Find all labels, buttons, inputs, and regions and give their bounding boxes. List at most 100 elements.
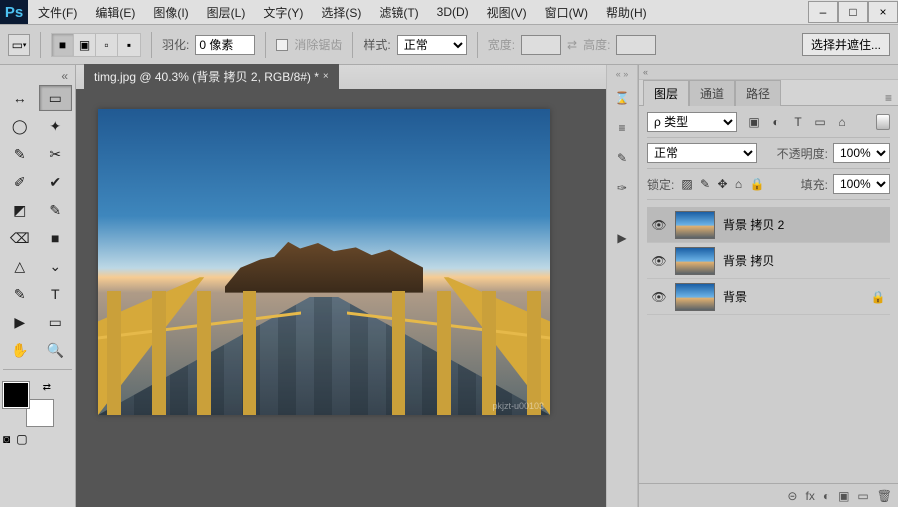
move-tool[interactable]: ↔: [3, 85, 37, 111]
new-adjustment-icon[interactable]: ▣: [838, 489, 849, 503]
collapsed-header-chevron[interactable]: « »: [616, 69, 629, 79]
brush-panel-icon[interactable]: ✎: [611, 147, 633, 169]
menu-view[interactable]: 视图(V): [483, 1, 531, 24]
visibility-toggle-icon[interactable]: 👁: [651, 254, 667, 268]
layer-row[interactable]: 👁 背景 拷贝 2: [647, 207, 890, 243]
lock-pixels-icon[interactable]: ✎: [700, 177, 710, 191]
filter-shape-icon[interactable]: ▭: [812, 115, 828, 129]
lock-transparent-icon[interactable]: ▨: [681, 177, 692, 191]
layer-style-icon[interactable]: fx: [805, 489, 814, 503]
menu-select[interactable]: 选择(S): [317, 1, 365, 24]
visibility-toggle-icon[interactable]: 👁: [651, 290, 667, 304]
lock-position-icon[interactable]: ✥: [717, 177, 727, 191]
minimize-button[interactable]: –: [808, 1, 838, 23]
select-and-mask-button[interactable]: 选择并遮住...: [802, 33, 890, 56]
background-color-swatch[interactable]: [27, 400, 53, 426]
menu-filter[interactable]: 滤镜(T): [375, 1, 422, 24]
menu-text[interactable]: 文字(Y): [259, 1, 307, 24]
layer-filter-kind-select[interactable]: ρ 类型: [647, 112, 737, 132]
filter-smart-icon[interactable]: ⌂: [834, 115, 850, 129]
delete-layer-icon[interactable]: 🗑: [877, 489, 892, 503]
lasso-tool[interactable]: ◯: [3, 113, 37, 139]
magic-wand-tool[interactable]: ✦: [39, 113, 73, 139]
history-panel-icon[interactable]: ⌛: [611, 87, 633, 109]
menu-image[interactable]: 图像(I): [149, 1, 192, 24]
pen-tool[interactable]: ✎: [3, 281, 37, 307]
menu-3d[interactable]: 3D(D): [433, 2, 473, 22]
brush-tool[interactable]: ✔: [39, 169, 73, 195]
properties-panel-icon[interactable]: ≡: [611, 117, 633, 139]
path-select-tool[interactable]: ▶: [3, 309, 37, 335]
selection-subtract-icon[interactable]: ▫: [96, 34, 118, 56]
filter-adjust-icon[interactable]: ◐: [768, 115, 784, 129]
play-panel-icon[interactable]: ▶: [611, 227, 633, 249]
opacity-input[interactable]: 100%: [833, 143, 890, 163]
blend-mode-select[interactable]: 正常: [647, 143, 757, 163]
tool-preset-icon[interactable]: ▭▾: [8, 34, 30, 56]
blend-opacity-row: 正常 不透明度: 100%: [647, 143, 890, 169]
menu-window[interactable]: 窗口(W): [541, 1, 592, 24]
filter-pixel-icon[interactable]: ▣: [746, 115, 762, 129]
lock-label: 锁定:: [647, 176, 674, 193]
stamp-tool[interactable]: ◩: [3, 197, 37, 223]
history-brush-tool[interactable]: ✎: [39, 197, 73, 223]
filter-toggle-switch[interactable]: [876, 114, 890, 130]
selection-intersect-icon[interactable]: ▪: [118, 34, 140, 56]
close-button[interactable]: ×: [868, 1, 898, 23]
healing-tool[interactable]: ✐: [3, 169, 37, 195]
panel-menu-icon[interactable]: ≡: [879, 91, 898, 105]
layer-row[interactable]: 👁 背景 🔒: [647, 279, 890, 315]
visibility-toggle-icon[interactable]: 👁: [651, 218, 667, 232]
swap-colors-icon[interactable]: ⇄: [43, 382, 51, 393]
canvas-host[interactable]: pkjzt-u00103: [76, 89, 606, 507]
layer-name-label[interactable]: 背景 拷贝: [723, 252, 862, 269]
tab-layers[interactable]: 图层: [643, 80, 689, 106]
foreground-color-swatch[interactable]: [3, 382, 29, 408]
zoom-tool[interactable]: 🔍: [39, 337, 73, 363]
layer-thumbnail[interactable]: [675, 247, 715, 275]
layer-row[interactable]: 👁 背景 拷贝: [647, 243, 890, 279]
character-panel-icon[interactable]: ✑: [611, 177, 633, 199]
fill-input[interactable]: 100%: [833, 174, 890, 194]
layer-mask-icon[interactable]: ◐: [823, 489, 830, 503]
layer-name-label[interactable]: 背景: [723, 288, 862, 305]
canvas[interactable]: pkjzt-u00103: [98, 109, 550, 415]
menu-file[interactable]: 文件(F): [34, 1, 81, 24]
link-layers-icon[interactable]: ⊝: [787, 489, 797, 503]
lock-artboard-icon[interactable]: ⌂: [735, 177, 742, 191]
lock-all-icon[interactable]: 🔒: [749, 177, 764, 191]
crop-tool[interactable]: ✎: [3, 141, 37, 167]
gradient-tool[interactable]: ■: [39, 225, 73, 251]
quickmask-mode-icon[interactable]: ▢: [16, 432, 27, 446]
menu-help[interactable]: 帮助(H): [602, 1, 651, 24]
standard-mode-icon[interactable]: ◙: [3, 432, 10, 446]
eyedropper-tool[interactable]: ✂: [39, 141, 73, 167]
shape-tool[interactable]: ▭: [39, 309, 73, 335]
tools-collapse-chevron[interactable]: «: [3, 69, 72, 83]
feather-input[interactable]: [195, 35, 255, 55]
selection-new-icon[interactable]: ■: [52, 34, 74, 56]
dodge-tool[interactable]: ⌄: [39, 253, 73, 279]
maximize-button[interactable]: □: [838, 1, 868, 23]
eraser-tool[interactable]: ⌫: [3, 225, 37, 251]
filter-text-icon[interactable]: T: [790, 115, 806, 129]
new-layer-icon[interactable]: ▭: [857, 489, 868, 503]
menu-layer[interactable]: 图层(L): [203, 1, 250, 24]
style-select[interactable]: 正常: [397, 35, 467, 55]
layer-name-label[interactable]: 背景 拷贝 2: [723, 216, 862, 233]
layer-thumbnail[interactable]: [675, 283, 715, 311]
panel-tabs: 图层 通道 路径 ≡: [639, 80, 898, 106]
document-tab[interactable]: timg.jpg @ 40.3% (背景 拷贝 2, RGB/8#) * ×: [84, 64, 339, 89]
layer-thumbnail[interactable]: [675, 211, 715, 239]
tab-channels[interactable]: 通道: [689, 80, 735, 106]
hand-tool[interactable]: ✋: [3, 337, 37, 363]
document-tab-close-icon[interactable]: ×: [323, 71, 329, 82]
color-swatches[interactable]: ⇄: [3, 382, 53, 426]
blur-tool[interactable]: △: [3, 253, 37, 279]
right-panel-header-chevron[interactable]: «: [639, 65, 898, 80]
selection-add-icon[interactable]: ▣: [74, 34, 96, 56]
tab-paths[interactable]: 路径: [735, 80, 781, 106]
marquee-tool[interactable]: ▭: [39, 85, 73, 111]
menu-edit[interactable]: 编辑(E): [91, 1, 139, 24]
text-tool[interactable]: T: [39, 281, 73, 307]
